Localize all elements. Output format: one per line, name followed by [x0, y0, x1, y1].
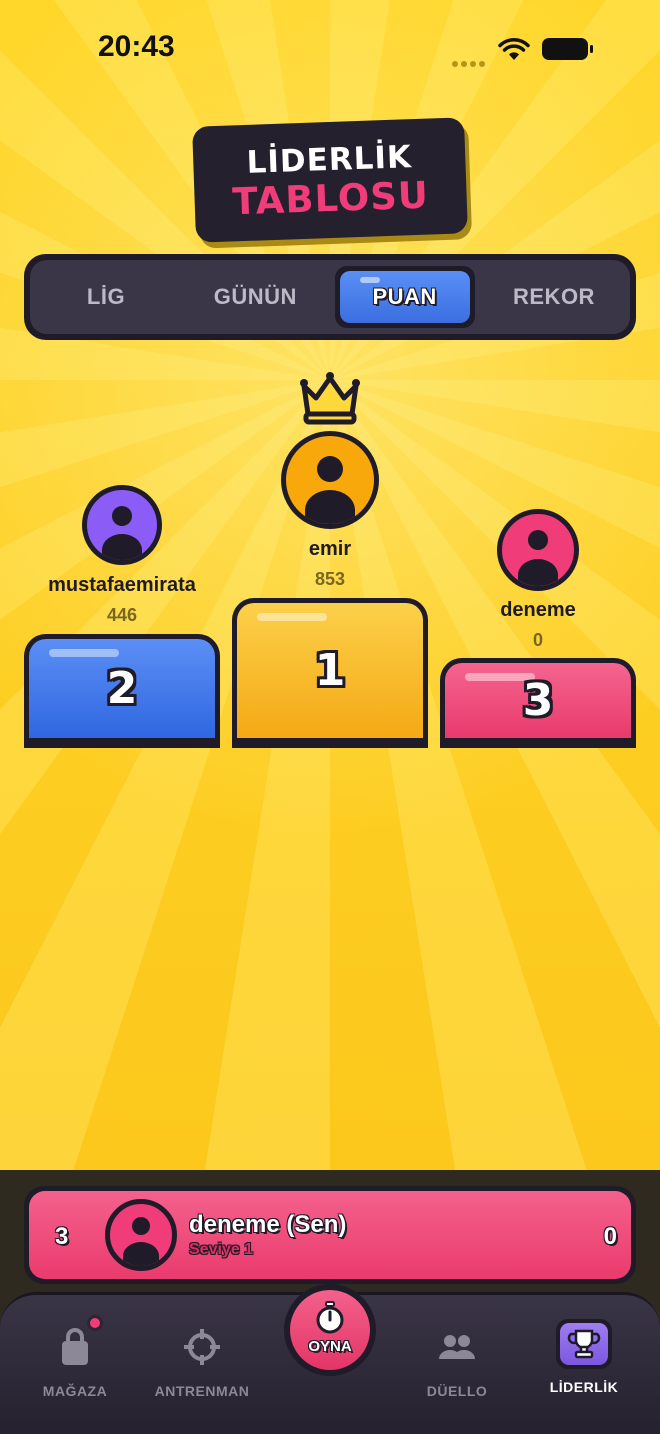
shopping-bag-icon — [53, 1315, 103, 1369]
avatar-first[interactable] — [281, 431, 379, 529]
stopwatch-icon — [316, 1301, 344, 1334]
tab-rekor[interactable]: REKOR — [484, 266, 624, 328]
tab-gunun[interactable]: GÜNÜN — [185, 266, 325, 328]
rank-number: 2 — [106, 663, 138, 714]
nav-label: MAĞAZA — [42, 1383, 108, 1399]
my-rank-card[interactable]: 3 deneme (Sen) Seviye 1 0 — [24, 1186, 636, 1284]
tab-label: PUAN — [372, 284, 437, 309]
player-name-second: mustafaemirata — [48, 574, 196, 596]
crown-icon — [300, 372, 360, 425]
notification-badge — [87, 1315, 103, 1331]
nav-label: ANTRENMAN — [154, 1383, 250, 1399]
tab-label: GÜNÜN — [213, 284, 297, 309]
my-rank: 3 — [55, 1223, 69, 1250]
player-name-first: emir — [308, 538, 352, 560]
rank-number: 3 — [522, 675, 554, 726]
nav-magaza[interactable]: MAĞAZA — [10, 1315, 140, 1399]
trophy-icon — [567, 1329, 601, 1359]
tab-lig[interactable]: LİG — [36, 266, 176, 328]
tab-label: REKOR — [513, 284, 595, 309]
avatar-second[interactable] — [82, 485, 162, 565]
status-time: 20:43 — [98, 30, 175, 63]
my-level: Seviye 1 — [189, 1241, 254, 1258]
rank-number: 1 — [314, 645, 346, 696]
leaderboard-tabs: LİG GÜNÜN PUAN REKOR — [24, 254, 636, 340]
play-button[interactable]: OYNA — [284, 1284, 376, 1376]
tab-puan[interactable]: PUAN — [334, 266, 475, 328]
users-icon — [435, 1325, 479, 1369]
status-bar: 20:43 — [0, 0, 660, 96]
player-score-second: 446 — [106, 605, 138, 625]
player-score-first: 853 — [314, 569, 346, 589]
avatar-me — [105, 1199, 177, 1271]
podium-block-second: 2 — [24, 634, 220, 748]
signal-icon — [452, 52, 488, 67]
page-title: LİDERLİK TABLOSU — [192, 117, 468, 243]
title-line-2: TABLOSU — [231, 173, 430, 224]
avatar-third[interactable] — [497, 509, 579, 591]
tab-label: LİG — [86, 284, 126, 309]
battery-icon — [542, 38, 593, 60]
nav-label: DÜELLO — [426, 1383, 488, 1399]
nav-duello[interactable]: DÜELLO — [392, 1325, 522, 1399]
my-score: 0 — [603, 1223, 617, 1250]
nav-label: LİDERLİK — [549, 1379, 619, 1395]
nav-liderlik[interactable]: LİDERLİK — [519, 1319, 649, 1395]
podium-block-first: 1 — [232, 598, 428, 748]
play-label: OYNA — [308, 1338, 352, 1355]
podium-block-third: 3 — [440, 658, 636, 748]
nav-antrenman[interactable]: ANTRENMAN — [137, 1325, 267, 1399]
player-score-third: 0 — [532, 630, 543, 650]
my-name: deneme (Sen) — [189, 1211, 347, 1238]
wifi-icon — [498, 38, 530, 60]
player-name-third: deneme — [500, 599, 576, 621]
crosshair-icon — [180, 1325, 224, 1369]
